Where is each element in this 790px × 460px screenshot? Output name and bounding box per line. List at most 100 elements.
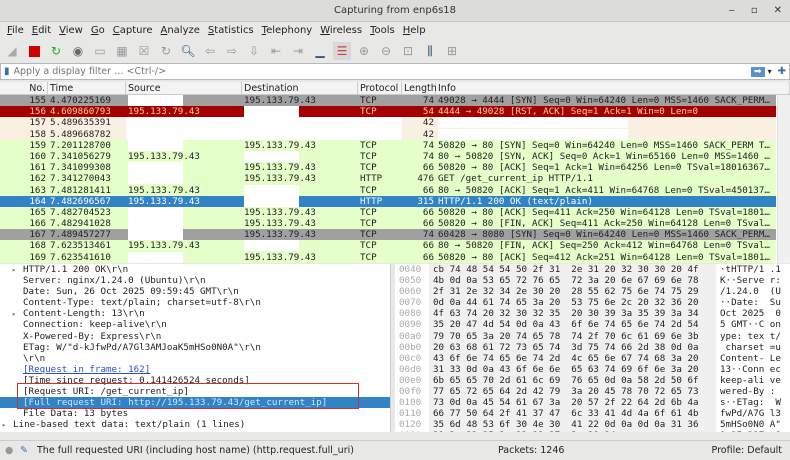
column-header-destination[interactable]: Destination bbox=[242, 82, 358, 94]
last-packet-icon[interactable]: ⇥ bbox=[289, 42, 307, 60]
colorize-icon[interactable]: ☰ bbox=[333, 42, 351, 60]
add-filter-button-icon[interactable]: ✚ bbox=[778, 66, 786, 77]
edit-comment-icon[interactable]: ✎ bbox=[20, 441, 28, 460]
hex-ascii[interactable]: 5mHSo0N0 A" bbox=[716, 419, 781, 430]
menu-telephony[interactable]: Telephony bbox=[258, 23, 317, 39]
packet-row[interactable]: 166 7.482941028 195.133.79.43 TCP 66 50820 → … bbox=[0, 218, 776, 230]
hex-bytes[interactable]: 35 6d 48 53 6f 30 4e 30 41 22 0d 0a 0d 0… bbox=[429, 419, 716, 431]
hex-ascii[interactable]: Content- Le bbox=[716, 353, 781, 364]
hex-bytes[interactable]: 79 70 65 3a 20 74 65 78 74 2f 70 6c 61 6… bbox=[429, 330, 716, 342]
hex-bytes[interactable]: 31 33 0d 0a 43 6f 6e 6e 65 63 74 69 6f 6… bbox=[429, 363, 716, 375]
packet-row[interactable]: 159 7.201128700 195.133.79.43 TCP 74 50820 → … bbox=[0, 139, 776, 151]
hex-bytes[interactable]: 73 0d 0a 45 54 61 67 3a 20 57 2f 22 64 2… bbox=[429, 397, 716, 409]
column-header-protocol[interactable]: Protocol bbox=[358, 82, 402, 94]
hex-bytes[interactable]: 2f 31 2e 32 34 2e 30 20 28 55 62 75 6e 7… bbox=[429, 286, 716, 298]
go-to-packet-icon[interactable]: ⇩ bbox=[245, 42, 263, 60]
hex-ascii[interactable]: /1.24.0 (U bbox=[716, 286, 781, 297]
normal-size-icon[interactable]: ⊡ bbox=[399, 42, 417, 60]
packet-row[interactable]: 161 7.341099308 195.133.79.43 TCP 66 50820 → … bbox=[0, 162, 776, 174]
hex-bytes[interactable]: 66 77 50 64 2f 41 37 47 6c 33 41 4d 4a 6… bbox=[429, 408, 716, 420]
hex-bytes[interactable]: 31 2e 33 35 2e 32 32 37 2e 38 34 bbox=[429, 430, 716, 432]
hex-ascii[interactable]: ·tHTTP/1 .1 bbox=[716, 264, 781, 275]
menu-analyze[interactable]: Analyze bbox=[157, 23, 204, 39]
packet-row[interactable]: 165 7.482704523 195.133.79.43 TCP 66 50820 → … bbox=[0, 206, 776, 219]
hex-ascii[interactable]: ype: tex t/ bbox=[716, 331, 781, 342]
find-packet-icon[interactable]: 🔍︎ bbox=[179, 42, 197, 60]
hex-ascii[interactable]: Oct 2025 0 bbox=[716, 308, 781, 319]
hex-ascii[interactable]: 1.35.227 .8 bbox=[716, 430, 781, 432]
detail-line[interactable]: [Request in frame: 162] bbox=[0, 364, 390, 375]
packet-row[interactable]: 157 5.489635391 42 bbox=[0, 117, 776, 129]
packet-row[interactable]: 156 4.609860793 195.133.79.43 TCP 54 4444 → 4… bbox=[0, 106, 776, 118]
start-capture-icon[interactable]: ◢ bbox=[3, 42, 21, 60]
apply-filter-icon[interactable]: ➡ bbox=[751, 66, 765, 77]
detail-line[interactable]: ▸ Line-based text data: text/plain (1 lin… bbox=[0, 419, 390, 430]
packet-row[interactable]: 163 7.481281411 195.133.79.43 TCP 66 80 → 508… bbox=[0, 184, 776, 196]
first-packet-icon[interactable]: ⇤ bbox=[267, 42, 285, 60]
column-header-source[interactable]: Source bbox=[126, 82, 242, 94]
close-button[interactable]: ✕ bbox=[774, 0, 782, 22]
reload-icon[interactable]: ↻ bbox=[157, 42, 175, 60]
go-forward-icon[interactable]: ⇨ bbox=[223, 42, 241, 60]
hex-ascii[interactable]: wered-By : bbox=[716, 386, 775, 397]
menu-tools[interactable]: Tools bbox=[366, 23, 399, 39]
save-file-icon[interactable]: ▦ bbox=[113, 42, 131, 60]
stop-capture-icon[interactable] bbox=[25, 42, 43, 60]
zoom-in-icon[interactable]: ⊕ bbox=[355, 42, 373, 60]
column-header-length[interactable]: Length bbox=[402, 82, 437, 94]
packet-row[interactable]: 167 7.489457277 195.133.79.43 TCP 74 60428 → … bbox=[0, 229, 776, 241]
hex-bytes[interactable]: 6b 65 65 70 2d 61 6c 69 76 65 0d 0a 58 2… bbox=[429, 374, 716, 387]
maximize-button[interactable]: ▫ bbox=[751, 0, 758, 22]
autoscroll-icon[interactable]: ▁ bbox=[311, 42, 329, 60]
detail-line[interactable]: Connection: keep-alive\r\n bbox=[0, 319, 390, 330]
packet-row[interactable]: 168 7.623513461 195.133.79.43 TCP 66 80 → 508… bbox=[0, 240, 776, 252]
column-header-no[interactable]: No. bbox=[0, 82, 48, 94]
menu-go[interactable]: Go bbox=[87, 23, 109, 39]
zoom-out-icon[interactable]: ⊖ bbox=[377, 42, 395, 60]
open-file-icon[interactable]: ▭ bbox=[91, 42, 109, 60]
restart-capture-icon[interactable]: ↻ bbox=[47, 42, 65, 60]
menu-capture[interactable]: Capture bbox=[109, 23, 157, 39]
hex-ascii[interactable]: keep-ali ve bbox=[716, 375, 781, 386]
filter-dropdown-icon[interactable]: ▾ bbox=[768, 67, 772, 76]
resize-columns-icon[interactable]: ⫼ bbox=[421, 42, 439, 60]
hex-ascii[interactable]: 5 GMT··C on bbox=[716, 319, 781, 330]
hex-bytes[interactable]: 20 63 68 61 72 73 65 74 3d 75 74 66 2d 3… bbox=[429, 341, 716, 353]
menu-wireless[interactable]: Wireless bbox=[316, 23, 366, 39]
bookmark-icon[interactable]: ▮ bbox=[1, 66, 10, 77]
packet-row[interactable]: 169 7.623541610 195.133.79.43 TCP 66 50820 → … bbox=[0, 251, 776, 263]
hex-bytes[interactable]: 4b 0d 0a 53 65 72 76 65 72 3a 20 6e 67 6… bbox=[429, 275, 716, 287]
hex-bytes[interactable]: 4f 63 74 20 32 30 32 35 20 30 39 3a 35 3… bbox=[429, 308, 716, 320]
hex-ascii[interactable]: 13··Conn ec bbox=[716, 364, 781, 375]
detail-line[interactable]: Server: nginx/1.24.0 (Ubuntu)\r\n bbox=[0, 275, 390, 286]
column-header-info[interactable]: Info bbox=[436, 82, 790, 94]
detail-line[interactable]: ▸ Content-Length: 13\r\n bbox=[0, 308, 390, 319]
packet-row[interactable]: 164 7.482696567 195.133.79.43 HTTP 315 HTTP/1… bbox=[0, 195, 776, 207]
packet-row[interactable]: 160 7.341056279 195.133.79.43 TCP 74 80 → 508… bbox=[0, 150, 776, 163]
minimize-button[interactable]: ‒ bbox=[728, 0, 734, 22]
menu-file[interactable]: File bbox=[3, 23, 28, 39]
menu-help[interactable]: Help bbox=[399, 23, 430, 39]
hex-bytes[interactable]: 0d 0a 44 61 74 65 3a 20 53 75 6e 2c 20 3… bbox=[429, 297, 716, 309]
expert-info-icon[interactable]: ● bbox=[5, 441, 13, 460]
close-file-icon[interactable]: ☒ bbox=[135, 42, 153, 60]
detail-line[interactable]: \r\n bbox=[0, 353, 390, 364]
detail-line[interactable]: X-Powered-By: Express\r\n bbox=[0, 331, 390, 342]
display-filter-input[interactable] bbox=[9, 66, 752, 77]
packet-row[interactable]: 162 7.341270043 195.133.79.43 HTTP 476 GET /g… bbox=[0, 173, 776, 185]
hex-ascii[interactable]: fwPd/A7G l3 bbox=[716, 408, 781, 419]
detail-line[interactable]: ETag: W/"d-kJfwPd/A7Gl3AMJoaK5mHSo0N0A"\… bbox=[0, 342, 390, 353]
layout-icon[interactable]: ⊞ bbox=[443, 42, 461, 60]
hex-ascii[interactable]: s··ETag: W bbox=[716, 397, 781, 408]
hex-bytes[interactable]: cb 74 48 54 54 50 2f 31 2e 31 20 32 30 3… bbox=[429, 264, 716, 276]
hex-ascii[interactable]: ··Date: Su bbox=[716, 297, 781, 308]
menu-statistics[interactable]: Statistics bbox=[204, 23, 258, 39]
hex-ascii[interactable]: K··Serve r: bbox=[716, 275, 781, 286]
capture-options-icon[interactable]: ◉ bbox=[69, 42, 87, 60]
packet-row[interactable]: 155 4.470225169 195.133.79.43 TCP 74 49028 → … bbox=[0, 95, 776, 107]
hex-bytes[interactable]: 43 6f 6e 74 65 6e 74 2d 4c 65 6e 67 74 6… bbox=[429, 352, 716, 364]
go-back-icon[interactable]: ⇦ bbox=[201, 42, 219, 60]
menu-edit[interactable]: Edit bbox=[28, 23, 55, 39]
hex-ascii[interactable]: charset =u bbox=[716, 342, 781, 353]
detail-line[interactable]: Content-Type: text/plain; charset=utf-8\… bbox=[0, 297, 390, 308]
